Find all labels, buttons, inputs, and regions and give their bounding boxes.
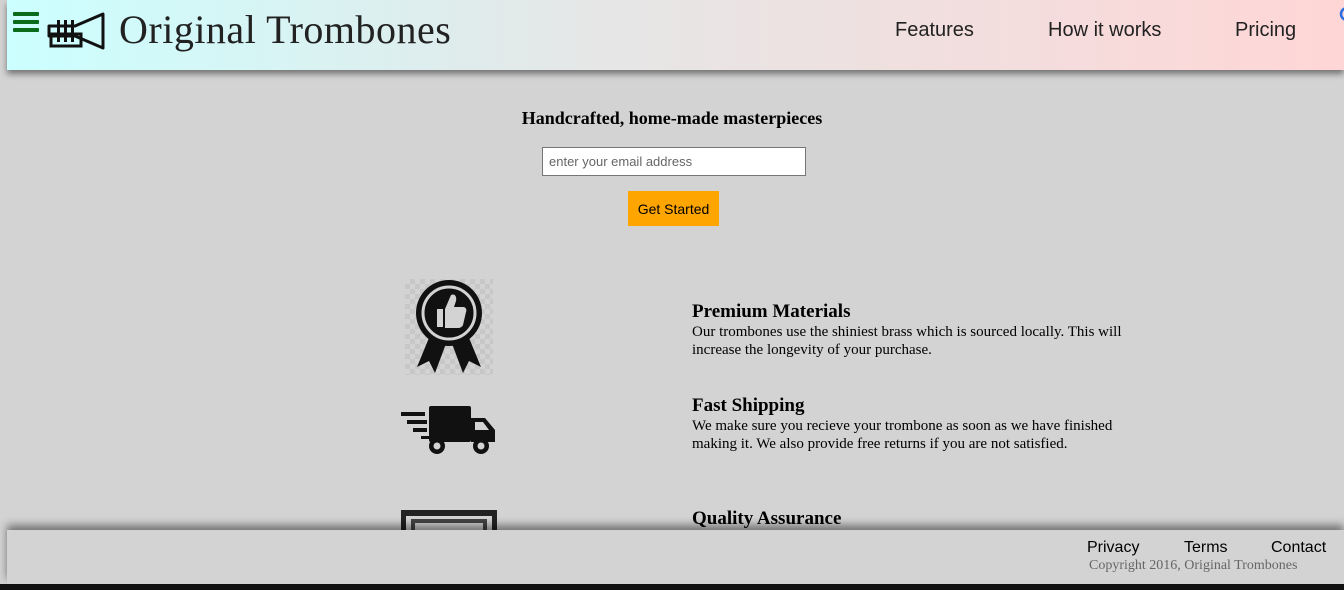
site-footer: Privacy Terms Contact Copyright 2016, Or…	[7, 530, 1344, 584]
copyright-text: Copyright 2016, Original Trombones	[1089, 558, 1298, 573]
nav-link-how-it-works[interactable]: How it works	[1048, 19, 1161, 42]
delivery-truck-icon	[401, 406, 495, 454]
footer-link-terms[interactable]: Terms	[1184, 539, 1228, 557]
feature-fast-shipping: Fast Shipping We make sure you recieve y…	[692, 395, 1132, 453]
feature-premium-materials: Premium Materials Our trombones use the …	[692, 301, 1132, 359]
feature-title: Quality Assurance	[692, 508, 842, 529]
feature-quality-assurance: Quality Assurance	[692, 508, 1132, 530]
feature-title: Premium Materials	[692, 301, 851, 322]
hamburger-menu-icon[interactable]	[13, 12, 39, 34]
nav-link-pricing[interactable]: Pricing	[1235, 19, 1296, 42]
nav-link-features[interactable]: Features	[895, 19, 974, 42]
hero-tagline: Handcrafted, home-made masterpieces	[521, 108, 823, 128]
bottom-bar	[0, 584, 1344, 590]
ribbon-thumbs-up-icon	[405, 279, 493, 375]
extension-icon[interactable]	[1335, 2, 1344, 26]
feature-title: Fast Shipping	[692, 395, 805, 416]
brand-title[interactable]: Original Trombones	[119, 6, 451, 53]
email-input[interactable]	[542, 147, 806, 176]
site-header: Original Trombones Features How it works…	[7, 0, 1344, 70]
get-started-button[interactable]: Get Started	[628, 191, 719, 226]
footer-link-contact[interactable]: Contact	[1271, 539, 1326, 557]
feature-description: We make sure you recieve your trombone a…	[692, 418, 1113, 452]
trumpet-logo-icon	[47, 12, 105, 50]
footer-link-privacy[interactable]: Privacy	[1087, 539, 1139, 557]
feature-description: Our trombones use the shiniest brass whi…	[692, 324, 1122, 358]
